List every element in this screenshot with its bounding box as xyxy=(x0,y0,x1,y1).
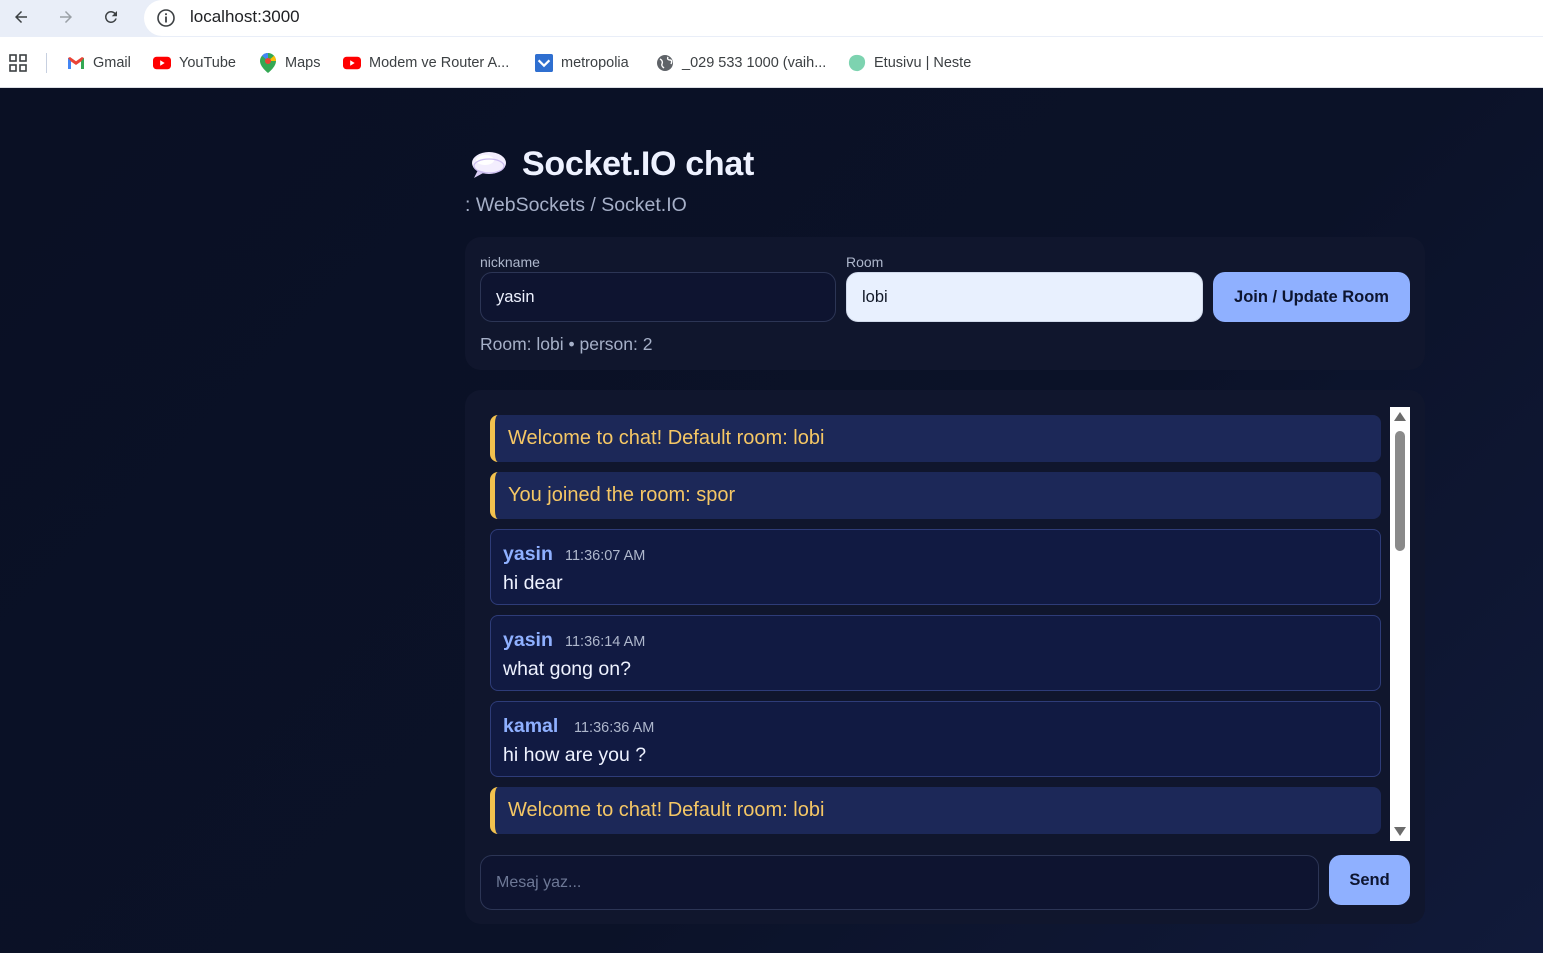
bookmarks-divider xyxy=(46,53,47,73)
speech-bubble-icon xyxy=(472,151,506,178)
bookmark-label: _029 533 1000 (vaih... xyxy=(682,55,827,71)
chat-message: yasin 11:36:14 AM what gong on? xyxy=(490,615,1381,691)
system-message-text: Welcome to chat! Default room: lobi xyxy=(508,427,825,449)
app-title: Socket.IO chat xyxy=(522,145,754,183)
system-message: You joined the room: spor xyxy=(490,472,1381,519)
apps-grid-icon[interactable] xyxy=(8,52,28,74)
bookmark-label: Etusivu | Neste xyxy=(874,55,972,71)
maps-icon xyxy=(259,53,277,73)
bookmark-youtube[interactable]: YouTube xyxy=(153,52,236,74)
site-info-icon[interactable] xyxy=(156,8,176,28)
bookmark-label: YouTube xyxy=(179,55,236,71)
chat-message: kamal 11:36:36 AM hi how are you ? xyxy=(490,701,1381,777)
room-label: Room xyxy=(846,254,884,270)
join-room-button[interactable]: Join / Update Room xyxy=(1213,272,1410,322)
bookmark-label: Modem ve Router A... xyxy=(369,55,510,71)
message-input[interactable]: Mesaj yaz... xyxy=(480,855,1319,910)
message-time: 11:36:07 AM xyxy=(565,548,646,564)
chat-page: Socket.IO chat : WebSockets / Socket.IO … xyxy=(0,88,1543,953)
nickname-label: nickname xyxy=(480,254,540,270)
message-input-placeholder: Mesaj yaz... xyxy=(496,873,582,891)
forward-arrow-icon[interactable] xyxy=(51,4,81,30)
message-time: 11:36:14 AM xyxy=(565,634,646,650)
youtube-icon xyxy=(343,54,361,72)
globe-icon xyxy=(656,54,674,72)
system-message-text: You joined the room: spor xyxy=(508,484,736,506)
nickname-value: yasin xyxy=(496,287,535,306)
scrollbar-thumb[interactable] xyxy=(1395,431,1405,551)
bookmark-modem-router[interactable]: Modem ve Router A... xyxy=(343,52,509,74)
chat-message: yasin 11:36:07 AM hi dear xyxy=(490,529,1381,605)
message-author: yasin xyxy=(503,629,553,651)
reload-icon[interactable] xyxy=(96,4,126,30)
messages-scrollbar[interactable] xyxy=(1390,407,1410,841)
system-message: Welcome to chat! Default room: lobi xyxy=(490,787,1381,834)
address-bar[interactable]: localhost:3000 xyxy=(144,0,1543,36)
metropolia-icon xyxy=(535,54,553,72)
message-text: hi how are you ? xyxy=(503,744,647,766)
message-author: kamal xyxy=(503,715,559,737)
messages-list[interactable]: Welcome to chat! Default room: lobi You … xyxy=(490,407,1410,841)
scroll-down-arrow-icon[interactable] xyxy=(1394,827,1406,836)
bookmark-gmail[interactable]: Gmail xyxy=(67,52,131,74)
bookmark-label: metropolia xyxy=(561,55,629,71)
messages-viewport: Welcome to chat! Default room: lobi You … xyxy=(490,407,1390,841)
bookmark-maps[interactable]: Maps xyxy=(259,52,320,74)
gmail-icon xyxy=(67,54,85,72)
room-input[interactable]: lobi xyxy=(846,272,1203,322)
bookmark-neste[interactable]: Etusivu | Neste xyxy=(848,52,971,74)
join-room-card: nickname yasin Room lobi Join / Update R… xyxy=(465,237,1425,370)
bookmark-label: Gmail xyxy=(93,55,131,71)
room-status: Room: lobi • person: 2 xyxy=(480,334,653,354)
message-author: yasin xyxy=(503,543,553,565)
chat-card: Welcome to chat! Default room: lobi You … xyxy=(465,390,1425,924)
bookmark-phone[interactable]: _029 533 1000 (vaih... xyxy=(656,52,826,74)
system-message-text: Welcome to chat! Default room: lobi xyxy=(508,799,825,821)
neste-icon xyxy=(848,54,866,72)
app-subtitle: : WebSockets / Socket.IO xyxy=(465,194,687,216)
nickname-input[interactable]: yasin xyxy=(480,272,836,322)
youtube-icon xyxy=(153,54,171,72)
page-title: Socket.IO chat xyxy=(470,145,754,184)
message-time: 11:36:36 AM xyxy=(574,720,655,736)
send-button[interactable]: Send xyxy=(1329,855,1410,905)
url-text: localhost:3000 xyxy=(190,7,300,26)
bookmarks-bar: Gmail YouTube Maps Modem ve Router A... … xyxy=(0,37,1543,88)
room-value: lobi xyxy=(862,287,888,306)
system-message: Welcome to chat! Default room: lobi xyxy=(490,415,1381,462)
bookmark-metropolia[interactable]: metropolia xyxy=(535,52,629,74)
bookmark-label: Maps xyxy=(285,55,321,71)
scroll-up-arrow-icon[interactable] xyxy=(1394,412,1406,421)
back-arrow-icon[interactable] xyxy=(6,4,36,30)
browser-toolbar: localhost:3000 xyxy=(0,0,1543,37)
message-text: hi dear xyxy=(503,572,563,594)
message-text: what gong on? xyxy=(503,658,631,680)
